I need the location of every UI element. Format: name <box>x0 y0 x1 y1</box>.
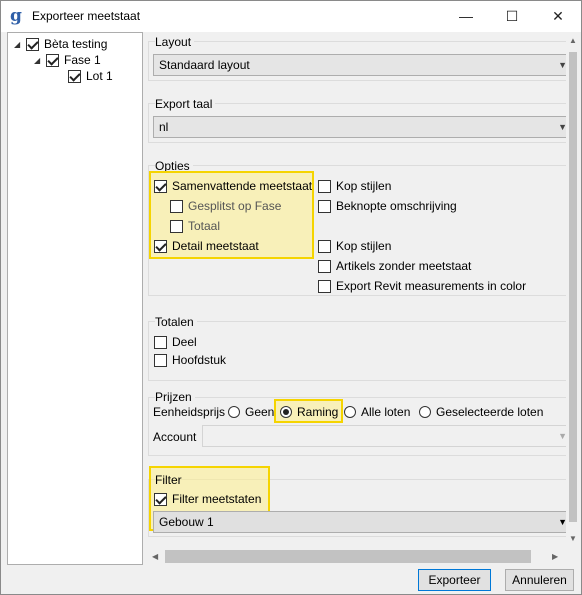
title-bar: g Exporteer meetstaat — ☐ ✕ <box>1 1 581 32</box>
part-total-checkbox[interactable] <box>154 335 167 349</box>
scroll-left-arrow-icon[interactable]: ◀ <box>152 552 158 561</box>
price-all-lots-radio[interactable] <box>344 406 356 418</box>
totals-group-title: Totalen <box>155 315 197 329</box>
price-option-none[interactable]: Geen <box>228 404 274 420</box>
settings-panel: Layout Standaard layout ▼ Export taal nl… <box>148 32 566 548</box>
chevron-down-icon: ▼ <box>558 431 566 441</box>
project-tree: ◢ Bèta testing ◢ Fase 1 Lot 1 <box>7 32 143 565</box>
tree-checkbox-lot-1[interactable] <box>68 69 81 83</box>
detail-statement-option[interactable]: Detail meetstaat <box>154 238 259 254</box>
chevron-down-icon: ▼ <box>558 122 566 132</box>
totals-group <box>148 321 566 381</box>
account-label: Account <box>153 430 197 444</box>
export-language-combobox[interactable]: nl ▼ <box>153 116 566 138</box>
header-styles-checkbox-2[interactable] <box>318 239 331 253</box>
scroll-right-arrow-icon[interactable]: ▶ <box>552 552 558 561</box>
part-total-option[interactable]: Deel <box>154 334 197 350</box>
option-label: Deel <box>172 335 197 349</box>
chevron-down-icon: ▼ <box>558 517 566 527</box>
total-checkbox[interactable] <box>170 219 183 233</box>
price-option-selected-lots[interactable]: Geselecteerde loten <box>419 404 543 420</box>
tree-item-beta-testing[interactable]: ◢ Bèta testing <box>14 36 107 52</box>
export-dialog: g Exporteer meetstaat — ☐ ✕ ◢ Bèta testi… <box>0 0 582 595</box>
summary-statement-option[interactable]: Samenvattende meetstaat <box>154 178 312 194</box>
expand-triangle-icon[interactable]: ◢ <box>14 40 23 49</box>
chapter-total-option[interactable]: Hoofdstuk <box>154 352 226 368</box>
scroll-down-arrow-icon[interactable]: ▼ <box>569 534 577 543</box>
filter-selected-value: Gebouw 1 <box>159 515 214 529</box>
g-app-icon: g <box>10 6 22 26</box>
tree-item-label: Bèta testing <box>44 37 108 51</box>
option-label: Samenvattende meetstaat <box>172 179 313 193</box>
account-combobox[interactable]: ▼ <box>202 425 566 447</box>
price-selected-lots-radio[interactable] <box>419 406 431 418</box>
export-revit-color-option[interactable]: Export Revit measurements in color <box>318 278 526 294</box>
tree-checkbox-fase-1[interactable] <box>46 53 59 67</box>
filter-combobox[interactable]: Gebouw 1 ▼ <box>153 511 566 533</box>
option-label: Hoofdstuk <box>172 353 227 367</box>
option-label: Alle loten <box>361 405 411 419</box>
tree-item-lot-1[interactable]: Lot 1 <box>68 68 113 84</box>
vertical-scroll-thumb[interactable] <box>569 52 577 522</box>
header-styles-checkbox-1[interactable] <box>318 179 331 193</box>
option-label: Artikels zonder meetstaat <box>336 259 472 273</box>
summary-statement-checkbox[interactable] <box>154 179 167 193</box>
header-styles-option-1[interactable]: Kop stijlen <box>318 178 391 194</box>
chevron-down-icon: ▼ <box>558 60 566 70</box>
minimize-button[interactable]: — <box>443 1 489 32</box>
tree-item-fase-1[interactable]: ◢ Fase 1 <box>34 52 101 68</box>
price-option-estimate[interactable]: Raming <box>280 404 338 420</box>
split-by-phase-checkbox[interactable] <box>170 199 183 213</box>
option-label: Filter meetstaten <box>172 492 262 506</box>
articles-without-statement-option[interactable]: Artikels zonder meetstaat <box>318 258 471 274</box>
total-option[interactable]: Totaal <box>170 218 220 234</box>
option-label: Totaal <box>188 219 221 233</box>
price-none-radio[interactable] <box>228 406 240 418</box>
scroll-up-arrow-icon[interactable]: ▲ <box>569 36 577 45</box>
horizontal-scrollbar[interactable]: ◀ ▶ <box>148 548 566 565</box>
option-label: Beknopte omschrijving <box>336 199 457 213</box>
maximize-button[interactable]: ☐ <box>489 1 535 32</box>
vertical-scrollbar[interactable]: ▲ ▼ <box>566 32 580 548</box>
option-label: Kop stijlen <box>336 179 392 193</box>
short-description-option[interactable]: Beknopte omschrijving <box>318 198 457 214</box>
expand-triangle-icon[interactable]: ◢ <box>34 56 43 65</box>
filter-statements-checkbox[interactable] <box>154 492 167 506</box>
tree-checkbox-beta-testing[interactable] <box>26 37 39 51</box>
horizontal-scroll-thumb[interactable] <box>165 550 531 563</box>
export-revit-color-checkbox[interactable] <box>318 279 331 293</box>
window-title: Exporteer meetstaat <box>32 9 141 23</box>
export-language-group-title: Export taal <box>155 97 216 111</box>
filter-group-title: Filter <box>155 473 182 487</box>
header-styles-option-2[interactable]: Kop stijlen <box>318 238 391 254</box>
chapter-total-checkbox[interactable] <box>154 353 167 367</box>
short-description-checkbox[interactable] <box>318 199 331 213</box>
option-label: Geselecteerde loten <box>436 405 544 419</box>
prices-group-title: Prijzen <box>155 390 195 404</box>
export-button[interactable]: Exporteer <box>418 569 491 591</box>
price-option-all-lots[interactable]: Alle loten <box>344 404 410 420</box>
price-estimate-radio[interactable] <box>280 406 292 418</box>
option-label: Export Revit measurements in color <box>336 279 527 293</box>
option-label: Kop stijlen <box>336 239 392 253</box>
unit-price-label: Eenheidsprijs <box>153 405 226 419</box>
export-language-selected-value: nl <box>159 120 169 134</box>
option-label: Gesplitst op Fase <box>188 199 282 213</box>
layout-selected-value: Standaard layout <box>159 58 250 72</box>
option-label: Raming <box>297 405 339 419</box>
layout-group-title: Layout <box>155 35 195 49</box>
tree-item-label: Lot 1 <box>86 69 113 83</box>
split-by-phase-option[interactable]: Gesplitst op Fase <box>170 198 281 214</box>
close-button[interactable]: ✕ <box>535 1 581 32</box>
option-label: Detail meetstaat <box>172 239 259 253</box>
detail-statement-checkbox[interactable] <box>154 239 167 253</box>
tree-item-label: Fase 1 <box>64 53 101 67</box>
articles-without-statement-checkbox[interactable] <box>318 259 331 273</box>
option-label: Geen <box>245 405 275 419</box>
filter-statements-option[interactable]: Filter meetstaten <box>154 491 261 507</box>
layout-combobox[interactable]: Standaard layout ▼ <box>153 54 566 76</box>
cancel-button[interactable]: Annuleren <box>505 569 574 591</box>
